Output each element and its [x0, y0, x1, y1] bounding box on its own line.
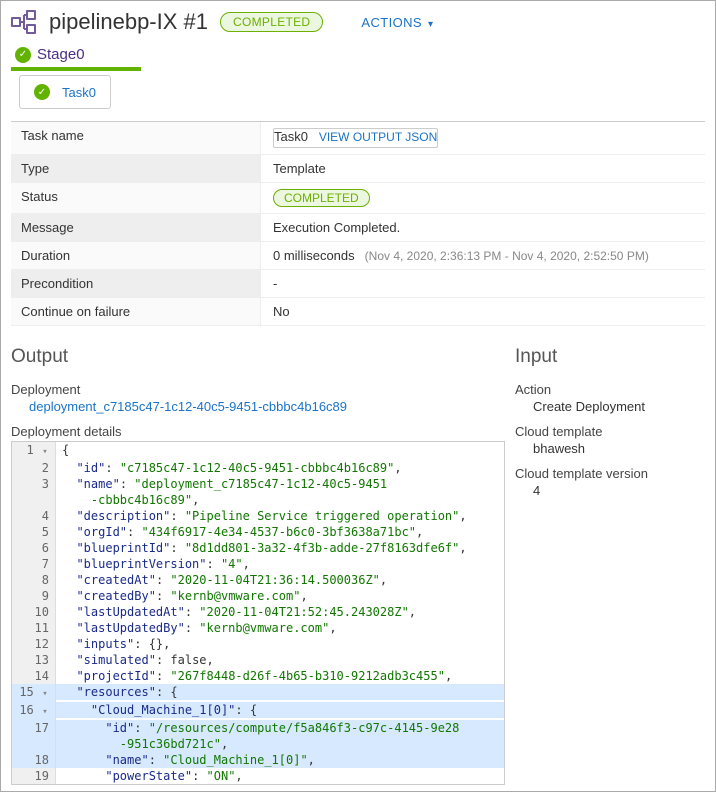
actions-menu[interactable]: ACTIONS ▾	[361, 15, 433, 30]
editor-line[interactable]: 18 "name": "Cloud_Machine_1[0]",	[12, 752, 504, 768]
view-output-json-link[interactable]: VIEW OUTPUT JSON	[319, 130, 437, 144]
stage-progress-bar	[11, 67, 141, 71]
cloud-template-version-value: 4	[533, 483, 705, 498]
value-status-badge: COMPLETED	[273, 189, 370, 207]
label-message: Message	[11, 214, 261, 241]
label-task-name: Task name	[11, 122, 261, 154]
editor-line[interactable]: 15 ▾ "resources": {	[12, 684, 504, 702]
editor-line[interactable]: 3 "name": "deployment_c7185c47-1c12-40c5…	[12, 476, 504, 492]
deployment-details-label: Deployment details	[11, 424, 505, 439]
cloud-template-label: Cloud template	[515, 424, 705, 439]
editor-line[interactable]: 2 "id": "c7185c47-1c12-40c5-9451-cbbbc4b…	[12, 460, 504, 476]
action-value: Create Deployment	[533, 399, 705, 414]
label-precondition: Precondition	[11, 270, 261, 297]
deployment-label: Deployment	[11, 382, 505, 397]
stage-name: Stage0	[37, 46, 85, 63]
editor-line[interactable]: 10 "lastUpdatedAt": "2020-11-04T21:52:45…	[12, 604, 504, 620]
value-continue-on-failure: No	[273, 304, 290, 319]
label-status: Status	[11, 183, 261, 213]
editor-line[interactable]: 5 "orgId": "434f6917-4e34-4537-b6c0-3bf3…	[12, 524, 504, 540]
pipeline-icon	[11, 10, 37, 34]
check-icon: ✓	[34, 84, 50, 100]
value-type: Template	[273, 161, 326, 176]
page-title: pipelinebp-IX #1	[49, 9, 208, 35]
input-heading: Input	[515, 346, 705, 368]
editor-line[interactable]: 19 "powerState": "ON",	[12, 768, 504, 784]
action-label: Action	[515, 382, 705, 397]
cloud-template-version-label: Cloud template version	[515, 466, 705, 481]
label-continue-on-failure: Continue on failure	[11, 298, 261, 325]
value-precondition: -	[273, 276, 277, 291]
editor-line[interactable]: 16 ▾ "Cloud_Machine_1[0]": {	[12, 702, 504, 720]
label-duration: Duration	[11, 242, 261, 269]
task-details-table: Task name Task0 VIEW OUTPUT JSON Type Te…	[11, 121, 705, 326]
editor-line[interactable]: 11 "lastUpdatedBy": "kernb@vmware.com",	[12, 620, 504, 636]
value-message: Execution Completed.	[273, 220, 400, 235]
editor-line[interactable]: 1 ▾{	[12, 442, 504, 460]
value-duration: 0 milliseconds	[273, 248, 355, 263]
editor-line[interactable]: 14 "projectId": "267f8448-d26f-4b65-b310…	[12, 668, 504, 684]
check-icon: ✓	[15, 47, 31, 63]
task-card[interactable]: ✓ Task0	[19, 75, 111, 109]
stage-header[interactable]: ✓ Stage0	[15, 46, 85, 63]
json-editor[interactable]: 1 ▾{2 "id": "c7185c47-1c12-40c5-9451-cbb…	[11, 441, 505, 785]
editor-line[interactable]: 9 "createdBy": "kernb@vmware.com",	[12, 588, 504, 604]
label-type: Type	[11, 155, 261, 182]
deployment-link[interactable]: deployment_c7185c47-1c12-40c5-9451-cbbbc…	[29, 399, 505, 414]
editor-line[interactable]: 12 "inputs": {},	[12, 636, 504, 652]
task-name: Task0	[62, 85, 96, 100]
editor-line[interactable]: 17 "id": "/resources/compute/f5a846f3-c9…	[12, 720, 504, 736]
status-badge: COMPLETED	[220, 12, 323, 32]
value-duration-range: (Nov 4, 2020, 2:36:13 PM - Nov 4, 2020, …	[365, 249, 649, 263]
editor-line[interactable]: 8 "createdAt": "2020-11-04T21:36:14.5000…	[12, 572, 504, 588]
cloud-template-value: bhawesh	[533, 441, 705, 456]
editor-line[interactable]: 6 "blueprintId": "8d1dd801-3a32-4f3b-add…	[12, 540, 504, 556]
editor-line[interactable]: 7 "blueprintVersion": "4",	[12, 556, 504, 572]
actions-label: ACTIONS	[361, 15, 422, 30]
output-heading: Output	[11, 346, 505, 368]
value-task-name: Task0	[274, 129, 308, 144]
editor-line[interactable]: 4 "description": "Pipeline Service trigg…	[12, 508, 504, 524]
chevron-down-icon: ▾	[428, 19, 433, 30]
editor-line[interactable]: 13 "simulated": false,	[12, 652, 504, 668]
editor-line[interactable]: -951c36bd721c",	[12, 736, 504, 752]
editor-line[interactable]: -cbbbc4b16c89",	[12, 492, 504, 508]
